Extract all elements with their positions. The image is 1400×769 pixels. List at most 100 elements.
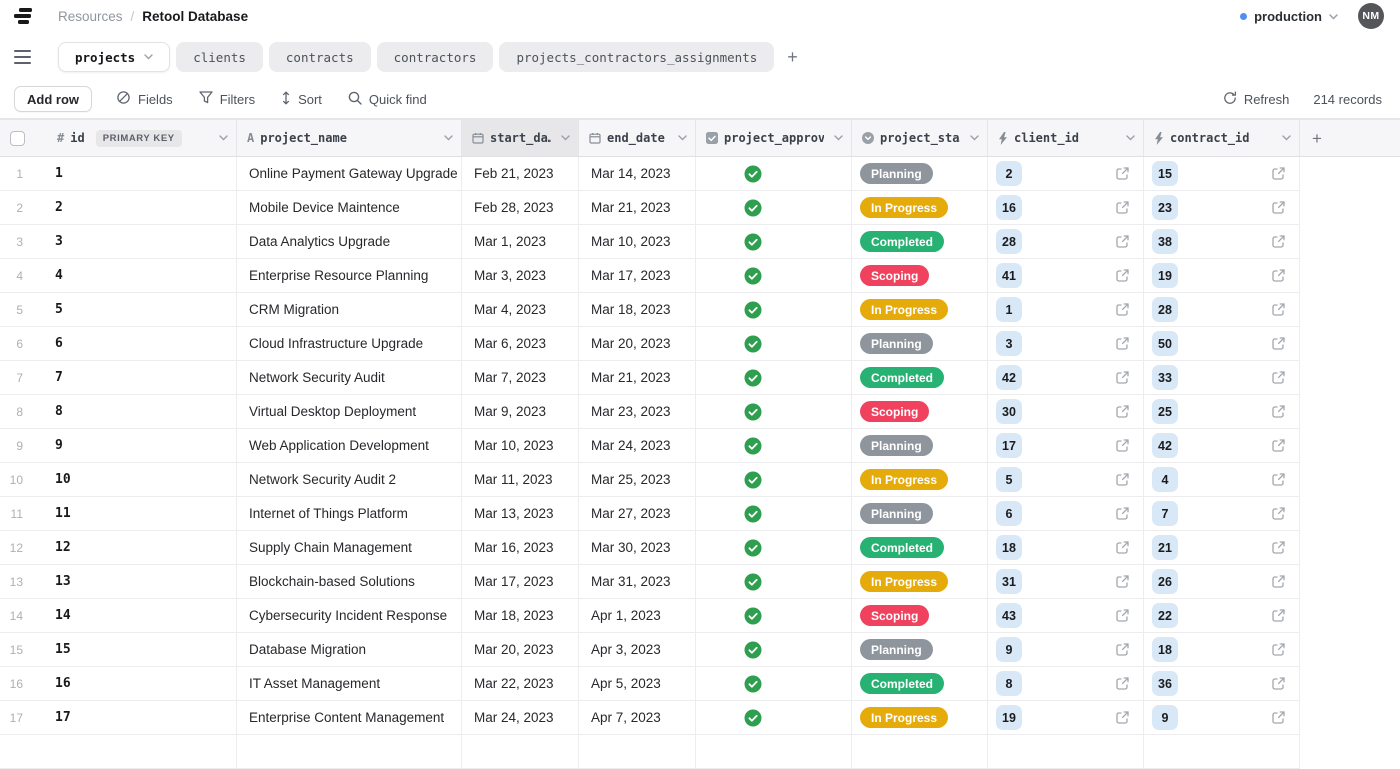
cell-client-id[interactable]: 17 [988, 429, 1144, 463]
chevron-down-icon[interactable] [830, 135, 843, 141]
cell-project-approval[interactable] [696, 395, 852, 429]
contract-id-badge[interactable]: 22 [1152, 603, 1178, 628]
contract-id-badge[interactable]: 21 [1152, 535, 1178, 560]
cell-end-date[interactable]: Apr 3, 2023 [579, 633, 696, 667]
cell-client-id[interactable]: 28 [988, 225, 1144, 259]
cell-project-status[interactable]: Completed [852, 361, 988, 395]
client-id-badge[interactable]: 16 [996, 195, 1022, 220]
column-header-contract_id[interactable]: contract_id [1144, 120, 1300, 156]
tab-projects[interactable]: projects [58, 42, 170, 72]
cell-start-date[interactable]: Feb 21, 2023 [462, 157, 579, 191]
external-link-icon[interactable] [1115, 608, 1130, 623]
external-link-icon[interactable] [1271, 200, 1286, 215]
contract-id-badge[interactable]: 28 [1152, 297, 1178, 322]
client-id-badge[interactable]: 30 [996, 399, 1022, 424]
cell-start-date[interactable]: Mar 7, 2023 [462, 361, 579, 395]
cell-contract-id[interactable]: 36 [1144, 667, 1300, 701]
external-link-icon[interactable] [1271, 234, 1286, 249]
client-id-badge[interactable]: 17 [996, 433, 1022, 458]
cell-project-name[interactable]: Cloud Infrastructure Upgrade [237, 327, 462, 361]
cell-project-name[interactable]: Enterprise Resource Planning [237, 259, 462, 293]
cell-project-name[interactable]: Enterprise Content Management [237, 701, 462, 735]
external-link-icon[interactable] [1115, 540, 1130, 555]
contract-id-badge[interactable]: 25 [1152, 399, 1178, 424]
cell-project-status[interactable]: Planning [852, 497, 988, 531]
cell-end-date[interactable]: Mar 21, 2023 [579, 361, 696, 395]
cell-project-status[interactable]: In Progress [852, 565, 988, 599]
external-link-icon[interactable] [1271, 472, 1286, 487]
cell-contract-id[interactable]: 21 [1144, 531, 1300, 565]
cell-end-date[interactable]: Mar 24, 2023 [579, 429, 696, 463]
client-id-badge[interactable]: 41 [996, 263, 1022, 288]
tab-projects_contractors_assignments[interactable]: projects_contractors_assignments [499, 42, 774, 72]
cell-start-date[interactable]: Mar 18, 2023 [462, 599, 579, 633]
fields-button[interactable]: Fields [116, 90, 173, 108]
chevron-down-icon[interactable] [440, 135, 453, 141]
menu-icon[interactable] [14, 50, 34, 64]
client-id-badge[interactable]: 8 [996, 671, 1022, 696]
column-header-start_da[interactable]: start_da… [462, 120, 579, 156]
cell-end-date[interactable]: Apr 5, 2023 [579, 667, 696, 701]
cell-start-date[interactable]: Feb 28, 2023 [462, 191, 579, 225]
external-link-icon[interactable] [1271, 166, 1286, 181]
cell-client-id[interactable]: 6 [988, 497, 1144, 531]
retool-database-logo-icon[interactable] [14, 8, 36, 25]
environment-selector[interactable]: production [1240, 7, 1338, 25]
cell-start-date[interactable]: Mar 16, 2023 [462, 531, 579, 565]
column-header-end_date[interactable]: end_date [579, 120, 696, 156]
cell-project-name[interactable]: Database Migration [237, 633, 462, 667]
client-id-badge[interactable]: 43 [996, 603, 1022, 628]
cell-project-approval[interactable] [696, 565, 852, 599]
cell-project-approval[interactable] [696, 463, 852, 497]
cell-id[interactable]: 1010 [0, 463, 237, 497]
cell-id[interactable]: 33 [0, 225, 237, 259]
external-link-icon[interactable] [1115, 268, 1130, 283]
external-link-icon[interactable] [1115, 438, 1130, 453]
sort-button[interactable]: Sort [281, 91, 322, 108]
cell-project-approval[interactable] [696, 497, 852, 531]
cell-contract-id[interactable]: 23 [1144, 191, 1300, 225]
external-link-icon[interactable] [1115, 200, 1130, 215]
cell-end-date[interactable]: Mar 30, 2023 [579, 531, 696, 565]
cell-project-name[interactable]: Web Application Development [237, 429, 462, 463]
client-id-badge[interactable]: 31 [996, 569, 1022, 594]
cell-start-date[interactable]: Mar 3, 2023 [462, 259, 579, 293]
cell-id[interactable]: 1313 [0, 565, 237, 599]
cell-client-id[interactable]: 16 [988, 191, 1144, 225]
cell-end-date[interactable]: Mar 27, 2023 [579, 497, 696, 531]
cell-id[interactable]: 99 [0, 429, 237, 463]
cell-project-status[interactable]: Completed [852, 667, 988, 701]
cell-client-id[interactable]: 8 [988, 667, 1144, 701]
cell-client-id[interactable]: 41 [988, 259, 1144, 293]
cell-end-date[interactable]: Mar 20, 2023 [579, 327, 696, 361]
external-link-icon[interactable] [1115, 234, 1130, 249]
cell-project-status[interactable]: In Progress [852, 463, 988, 497]
cell-project-status[interactable]: Planning [852, 157, 988, 191]
external-link-icon[interactable] [1115, 336, 1130, 351]
external-link-icon[interactable] [1271, 608, 1286, 623]
cell-start-date[interactable]: Mar 9, 2023 [462, 395, 579, 429]
cell-project-approval[interactable] [696, 429, 852, 463]
cell-project-status[interactable]: In Progress [852, 701, 988, 735]
add-table-button[interactable]: + [783, 48, 802, 66]
contract-id-badge[interactable]: 36 [1152, 671, 1178, 696]
external-link-icon[interactable] [1271, 574, 1286, 589]
cell-client-id[interactable]: 1 [988, 293, 1144, 327]
external-link-icon[interactable] [1115, 166, 1130, 181]
cell-start-date[interactable]: Mar 11, 2023 [462, 463, 579, 497]
cell-project-name[interactable]: Virtual Desktop Deployment [237, 395, 462, 429]
cell-project-status[interactable]: Planning [852, 327, 988, 361]
cell-client-id[interactable]: 31 [988, 565, 1144, 599]
cell-project-approval[interactable] [696, 157, 852, 191]
external-link-icon[interactable] [1115, 506, 1130, 521]
column-header-project_name[interactable]: Aproject_name [237, 120, 462, 156]
client-id-badge[interactable]: 19 [996, 705, 1022, 730]
contract-id-badge[interactable]: 33 [1152, 365, 1178, 390]
cell-project-status[interactable]: Scoping [852, 395, 988, 429]
cell-end-date[interactable]: Mar 25, 2023 [579, 463, 696, 497]
cell-end-date[interactable]: Apr 1, 2023 [579, 599, 696, 633]
cell-id[interactable]: 77 [0, 361, 237, 395]
cell-contract-id[interactable]: 15 [1144, 157, 1300, 191]
cell-start-date[interactable]: Mar 17, 2023 [462, 565, 579, 599]
contract-id-badge[interactable]: 23 [1152, 195, 1178, 220]
